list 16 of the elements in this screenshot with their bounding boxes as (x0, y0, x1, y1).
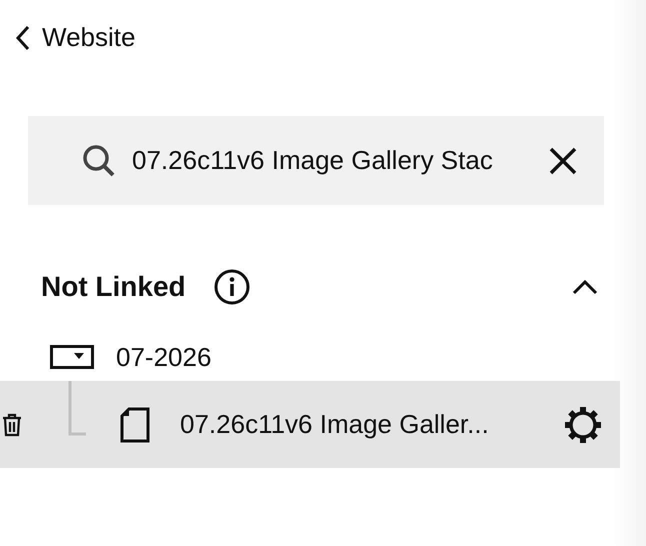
back-link[interactable]: Website (16, 22, 136, 53)
tree-line (68, 381, 86, 437)
page-title: 07.26c11v6 Image Galler... (180, 409, 490, 440)
info-icon[interactable] (214, 269, 250, 305)
trash-icon[interactable] (2, 412, 22, 436)
section-title: Not Linked (41, 271, 186, 303)
settings-icon[interactable] (564, 406, 602, 444)
collapse-button[interactable] (572, 279, 598, 295)
document-icon (120, 406, 150, 442)
search-icon (82, 144, 116, 178)
clear-button[interactable] (548, 146, 578, 176)
page-row[interactable]: 07.26c11v6 Image Galler... (0, 381, 620, 468)
folder-name[interactable]: 07-2026 (116, 342, 212, 372)
back-icon (16, 24, 30, 50)
folder-icon[interactable] (50, 345, 94, 369)
search-field[interactable]: 07.26c11v6 Image Gallery Stac (132, 145, 532, 176)
